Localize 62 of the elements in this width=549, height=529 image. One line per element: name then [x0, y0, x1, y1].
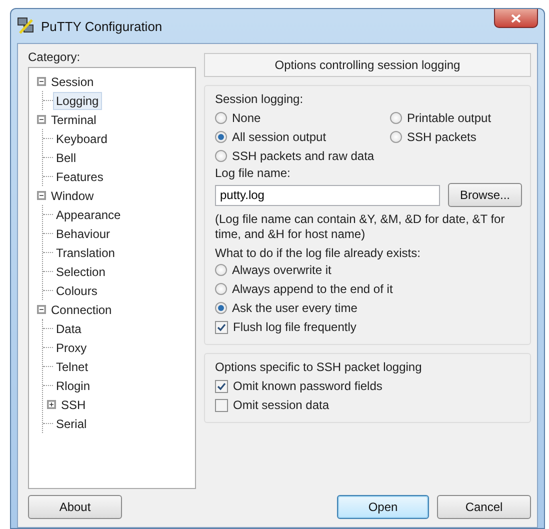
- tree-item[interactable]: Session: [48, 72, 97, 90]
- tree-item[interactable]: Data: [53, 320, 84, 338]
- radio-label: None: [232, 111, 261, 125]
- tree-item[interactable]: Terminal: [48, 110, 100, 128]
- radio-button[interactable]: [215, 112, 227, 124]
- field-label: Log file name:: [215, 166, 292, 180]
- radio-button[interactable]: [390, 131, 402, 143]
- log-file-field[interactable]: putty.log: [215, 184, 440, 206]
- radio-button[interactable]: [215, 150, 227, 162]
- dialog-button[interactable]: About: [28, 495, 122, 519]
- checkbox-label: Omit known password fields: [233, 379, 382, 393]
- section-label: Session logging:: [215, 92, 304, 106]
- radio-label: SSH packets: [407, 130, 476, 144]
- close-icon: [511, 14, 521, 22]
- category-label: Category:: [28, 50, 82, 64]
- browse-button[interactable]: Browse...: [448, 183, 522, 207]
- radio-label: SSH packets and raw data: [232, 149, 374, 163]
- section-label: What to do if the log file already exists:: [215, 246, 422, 260]
- hint-text: (Log file name can contain &Y, &M, &D for date, &T for time, and &H for host name): [215, 212, 506, 242]
- tree-item[interactable]: Connection: [48, 300, 115, 318]
- tree-item[interactable]: Features: [53, 168, 106, 186]
- tree-item[interactable]: Selection: [53, 262, 108, 280]
- tree-item[interactable]: Logging: [53, 92, 102, 110]
- radio-button[interactable]: [215, 131, 227, 143]
- close-button[interactable]: [494, 9, 538, 28]
- tree-item[interactable]: Appearance: [53, 206, 124, 224]
- radio-label: Always append to the end of it: [232, 282, 393, 296]
- minus-box-icon[interactable]: [37, 115, 46, 124]
- tree-item[interactable]: Serial: [53, 414, 90, 432]
- radio-label: All session output: [232, 130, 326, 144]
- plus-box-icon[interactable]: [47, 400, 56, 409]
- tree-item[interactable]: Behaviour: [53, 224, 114, 242]
- checkbox-label: Flush log file frequently: [233, 320, 356, 334]
- tree-item[interactable]: Keyboard: [53, 130, 110, 148]
- tree-item[interactable]: Rlogin: [53, 376, 94, 394]
- dialog-button[interactable]: Cancel: [437, 495, 531, 519]
- panel-header: Options controlling session logging: [204, 53, 531, 77]
- radio-button[interactable]: [215, 302, 227, 314]
- tree-item[interactable]: Colours: [53, 282, 100, 300]
- checkbox[interactable]: [215, 398, 228, 412]
- tree-item[interactable]: Telnet: [53, 358, 92, 376]
- tree-item[interactable]: Bell: [53, 148, 80, 166]
- checkbox[interactable]: [215, 320, 228, 334]
- radio-label: Always overwrite it: [232, 263, 332, 277]
- radio-button[interactable]: [215, 264, 227, 276]
- minus-box-icon[interactable]: [37, 305, 46, 314]
- minus-box-icon[interactable]: [37, 77, 46, 86]
- tree-item[interactable]: SSH: [58, 396, 89, 414]
- checkbox-label: Omit session data: [233, 398, 330, 412]
- tree-item[interactable]: Proxy: [53, 338, 90, 356]
- radio-label: Ask the user every time: [232, 301, 358, 315]
- minus-box-icon[interactable]: [37, 191, 46, 200]
- radio-label: Printable output: [407, 111, 492, 125]
- radio-button[interactable]: [390, 112, 402, 124]
- window-title: PuTTY Configuration: [41, 18, 162, 34]
- dialog-button[interactable]: Open: [337, 495, 429, 519]
- tree-item[interactable]: Window: [48, 186, 97, 204]
- tree-item[interactable]: Translation: [53, 244, 118, 262]
- computers-icon: [17, 17, 35, 35]
- group-title: Options specific to SSH packet logging: [215, 360, 423, 374]
- checkbox[interactable]: [215, 380, 228, 392]
- radio-button[interactable]: [215, 283, 227, 295]
